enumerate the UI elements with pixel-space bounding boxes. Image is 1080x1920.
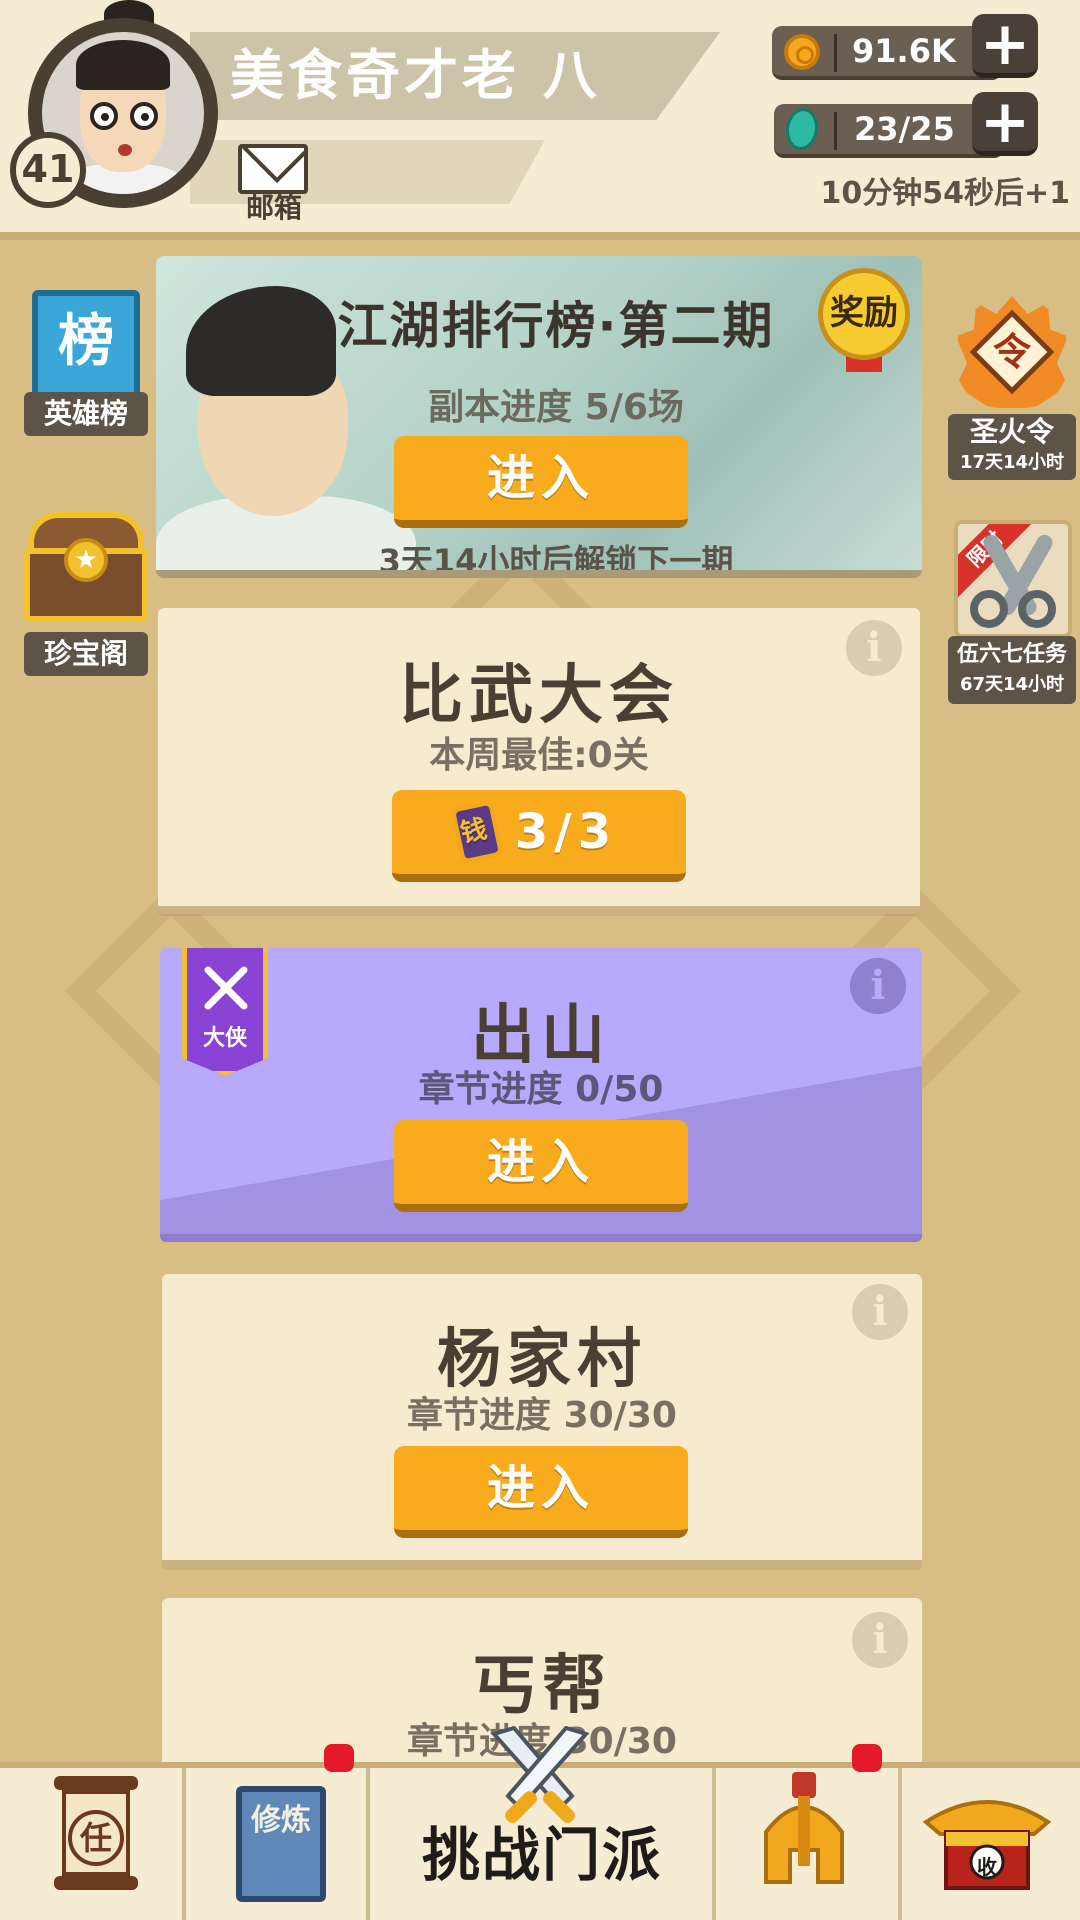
scroll-icon[interactable]: 任: [54, 1776, 138, 1892]
task-timer: 67天14小时: [959, 674, 1065, 695]
add-stamina-button[interactable]: +: [972, 92, 1038, 156]
top-header: 美食奇才老 八 41 邮箱 91.6K + 23/25 + 10分钟54秒后+1: [0, 0, 1080, 240]
task-panel[interactable]: 伍六七任务 67天14小时: [948, 636, 1076, 704]
flame-token-timer: 17天14小时: [959, 452, 1065, 473]
coin-icon: [784, 34, 820, 70]
ranking-progress: 副本进度 5/6场: [428, 387, 684, 428]
ranking-banner[interactable]: 江湖排行榜·第二期 副本进度 5/6场 进入 3天14小时后解锁下一期 奖励: [156, 256, 922, 578]
reward-badge[interactable]: 奖励: [818, 268, 910, 360]
nav-divider: [366, 1768, 370, 1920]
shop-char: 收: [977, 1855, 997, 1879]
coin-divider: [834, 34, 837, 72]
ranking-next-unlock: 3天14小时后解锁下一期: [378, 542, 734, 578]
player-name: 美食奇才老 八: [230, 44, 601, 107]
card-subtitle: 章节进度 0/50: [418, 1069, 664, 1110]
stamina-divider: [834, 112, 837, 150]
training-notification-dot: [324, 1744, 354, 1772]
chushan-enter-button[interactable]: 进入: [394, 1120, 688, 1212]
card-subtitle: 章节进度 30/30: [407, 1395, 677, 1436]
book-icon[interactable]: 修炼: [236, 1786, 326, 1902]
daxia-badge-label: 大侠: [202, 1026, 247, 1051]
hero-ranking-icon[interactable]: 榜: [32, 290, 140, 398]
add-coins-button[interactable]: +: [972, 14, 1038, 78]
chapter-card-yangjiacun[interactable]: i 杨家村 章节进度 30/30 进入: [162, 1274, 922, 1568]
nav-divider: [712, 1768, 716, 1920]
tournament-card[interactable]: i 比武大会 本周最佳:0关 钱 3/3: [158, 608, 920, 914]
ranking-title: 江湖排行榜·第二期: [337, 297, 775, 355]
stamina-regen-timer: 10分钟54秒后+1: [820, 176, 1070, 211]
hero-ranking-label[interactable]: 英雄榜: [24, 392, 148, 436]
flame-token-panel[interactable]: 圣火令 17天14小时: [948, 414, 1076, 480]
task-title: 伍六七任务: [956, 642, 1067, 667]
task-char: 任: [68, 1810, 124, 1866]
challenge-sect-button[interactable]: 挑战门派: [372, 1808, 712, 1892]
crossed-swords-icon: [204, 966, 248, 1010]
nav-divider: [182, 1768, 186, 1920]
helmet-icon[interactable]: [756, 1772, 852, 1892]
mail-label[interactable]: 邮箱: [226, 186, 322, 226]
chapter-card-chushan[interactable]: i 出山 章节进度 0/50 进入: [160, 948, 922, 1242]
nav-divider: [898, 1768, 902, 1920]
treasure-chest-icon[interactable]: ★: [24, 512, 148, 622]
card-title: 比武大会: [399, 659, 679, 733]
flame-token-char: 令: [992, 330, 1031, 374]
coin-value: 91.6K: [852, 32, 956, 70]
yangjiacun-enter-button[interactable]: 进入: [394, 1446, 688, 1538]
flame-token-icon[interactable]: 令: [956, 296, 1068, 408]
equipment-notification-dot: [852, 1744, 882, 1772]
scissors-icon[interactable]: 限时: [954, 520, 1072, 638]
ranking-enter-button[interactable]: 进入: [394, 436, 688, 528]
flame-token-title: 圣火令: [969, 415, 1054, 448]
card-subtitle: 本周最佳:0关: [429, 735, 649, 776]
treasure-pavilion-label[interactable]: 珍宝阁: [24, 632, 148, 676]
level-badge: 41: [10, 132, 86, 208]
stamina-value: 23/25: [854, 110, 955, 148]
tournament-tickets-button[interactable]: 钱 3/3: [392, 790, 686, 882]
